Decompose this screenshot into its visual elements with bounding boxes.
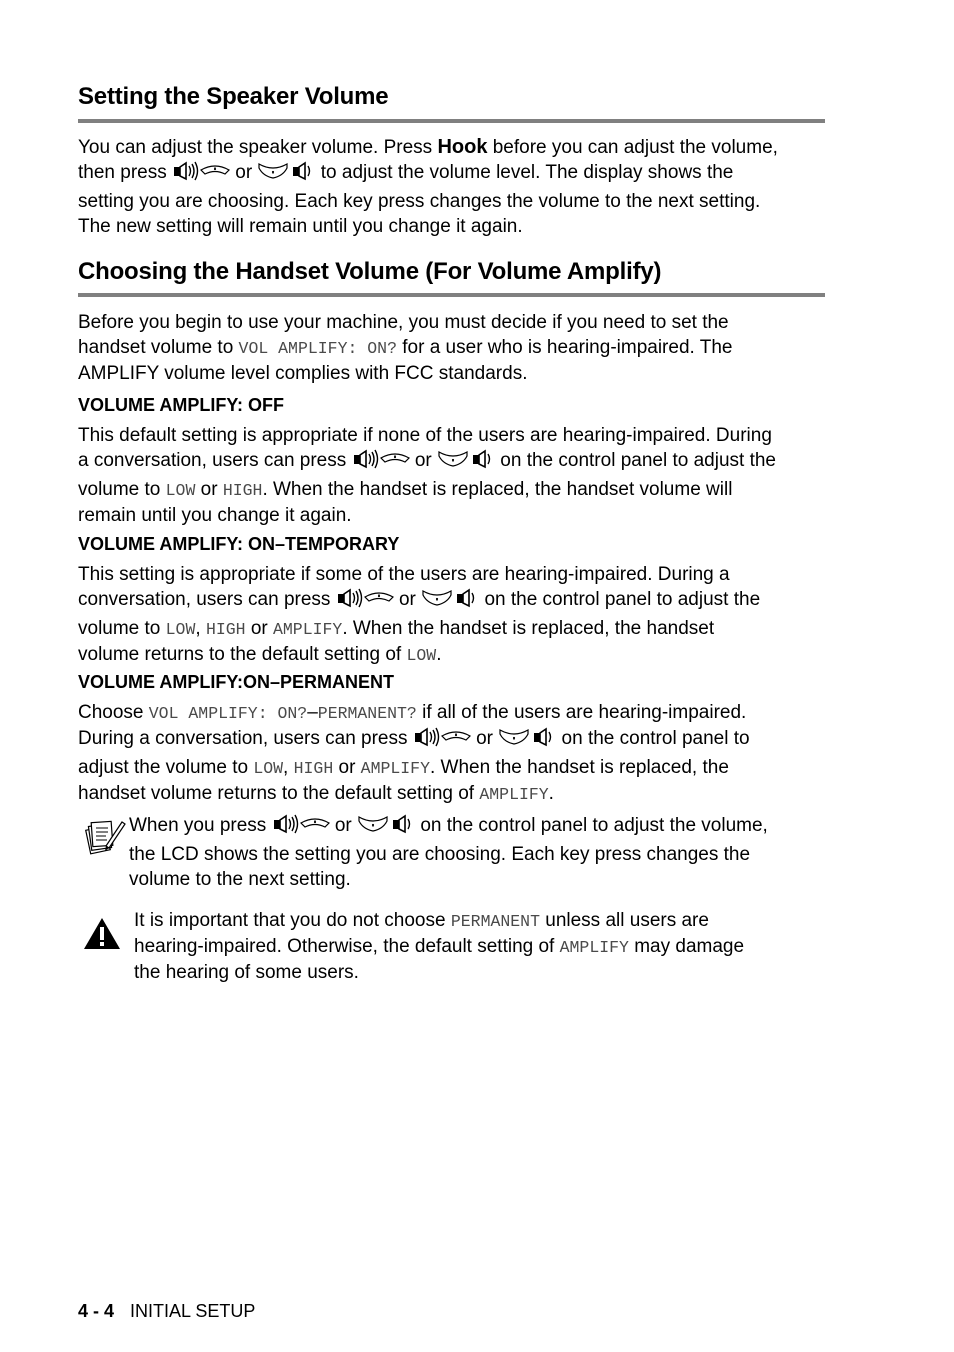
volume-down-key-icon	[437, 448, 495, 477]
heading-rule	[78, 119, 825, 123]
volume-up-key-icon	[336, 587, 394, 616]
volume-up-key-icon	[352, 448, 410, 477]
subheading-amplify-temporary: VOLUME AMPLIFY: ON–TEMPORARY	[78, 534, 400, 554]
chapter-title: INITIAL SETUP	[130, 1301, 256, 1321]
amplify-permanent-paragraph: Choose VOL AMPLIFY: ON?–PERMANENT? if al…	[78, 702, 750, 804]
volume-down-key-icon	[498, 726, 556, 755]
subheading-amplify-off: VOLUME AMPLIFY: OFF	[78, 395, 284, 415]
volume-up-key-icon	[172, 160, 230, 189]
hook-key-label: Hook	[437, 136, 488, 158]
volume-down-key-icon	[357, 813, 415, 842]
volume-down-key-icon	[421, 587, 479, 616]
volume-down-key-icon	[257, 160, 315, 189]
heading-rule	[78, 293, 825, 297]
note-pad-icon	[84, 816, 126, 863]
subheading-amplify-permanent: VOLUME AMPLIFY:ON–PERMANENT	[78, 672, 395, 692]
warning-text: It is important that you do not choose P…	[134, 910, 745, 983]
volume-up-key-icon	[413, 726, 471, 755]
page-footer: 4 - 4 INITIAL SETUP	[78, 1301, 255, 1322]
amplify-temporary-paragraph: This setting is appropriate if some of t…	[78, 564, 761, 665]
handset-intro-paragraph: Before you begin to use your machine, yo…	[78, 312, 733, 384]
section-title-speaker-volume: Setting the Speaker Volume	[78, 83, 389, 110]
page-number: 4 - 4	[78, 1301, 115, 1321]
amplify-off-paragraph: This default setting is appropriate if n…	[78, 425, 776, 526]
warning-icon	[83, 917, 121, 956]
section-title-handset-volume: Choosing the Handset Volume (For Volume …	[78, 258, 662, 285]
note-text: When you press or on the control panel t…	[129, 813, 768, 890]
speaker-volume-paragraph: You can adjust the speaker volume. Press…	[78, 136, 778, 237]
volume-up-key-icon	[272, 813, 330, 842]
